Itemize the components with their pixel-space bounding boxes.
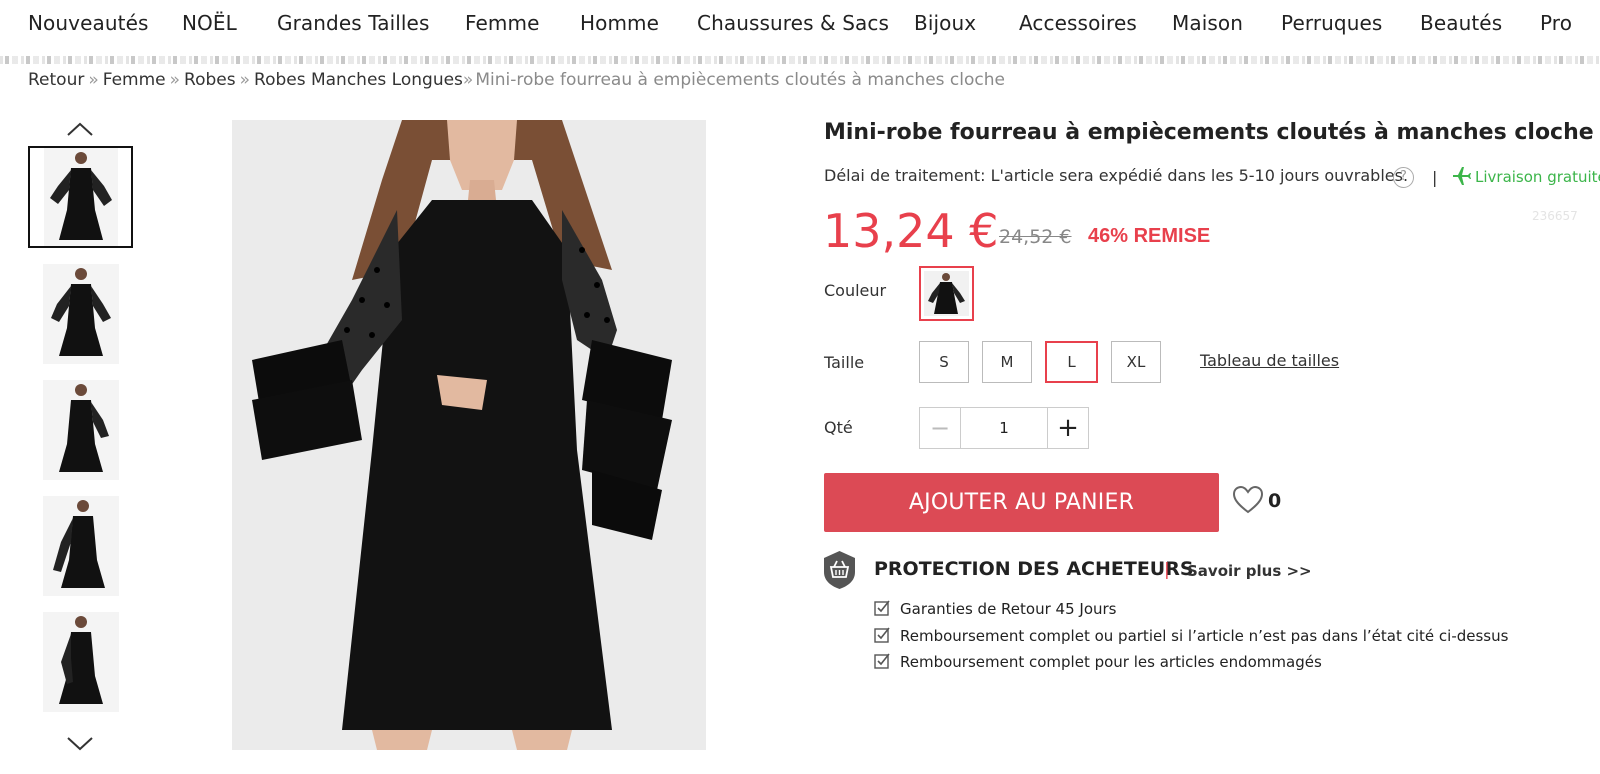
guarantee-item: Remboursement complet pour les articles … — [874, 653, 1322, 671]
guarantee-item: Remboursement complet ou partiel si l’ar… — [874, 627, 1508, 645]
add-to-cart-button[interactable]: AJOUTER AU PANIER — [824, 473, 1219, 532]
color-swatch-black[interactable] — [919, 266, 974, 321]
nav-item-nouveautes[interactable]: Nouveautés — [28, 11, 149, 35]
guarantee-text: Remboursement complet ou partiel si l’ar… — [900, 627, 1509, 645]
breadcrumb-robes-manches-longues[interactable]: Robes Manches Longues — [254, 70, 463, 90]
nav-item-bijoux[interactable]: Bijoux — [914, 11, 976, 35]
size-chart-link[interactable]: Tableau de tailles — [1200, 351, 1339, 370]
shield-basket-icon — [822, 550, 857, 590]
info-separator: | — [1432, 168, 1438, 187]
nav-item-maison[interactable]: Maison — [1172, 11, 1243, 35]
learn-more-link[interactable]: Savoir plus >> — [1187, 562, 1312, 580]
nav-item-noel[interactable]: NOËL — [182, 11, 237, 35]
checkbox-icon — [874, 600, 890, 616]
favorites-count: 0 — [1268, 490, 1282, 512]
nav-item-chaussures-sacs[interactable]: Chaussures & Sacs — [697, 11, 889, 35]
nav-item-femme[interactable]: Femme — [465, 11, 539, 35]
breadcrumb-separator: » — [239, 70, 251, 90]
thumbnail-3[interactable] — [43, 380, 119, 480]
nav-item-accessoires[interactable]: Accessoires — [1019, 11, 1137, 35]
breadcrumb-separator: » — [88, 70, 99, 90]
original-price: 24,52 € — [999, 226, 1072, 248]
quantity-decrease-button[interactable]: − — [919, 407, 961, 449]
current-price: 13,24 € — [823, 204, 999, 258]
quantity-increase-button[interactable]: + — [1047, 407, 1089, 449]
guarantee-text: Garanties de Retour 45 Jours — [900, 600, 1117, 618]
discount-badge: 46% REMISE — [1088, 225, 1211, 247]
quantity-label: Qté — [824, 418, 853, 437]
top-navigation: Nouveautés NOËL Grandes Tailles Femme Ho… — [0, 0, 1600, 60]
product-sku: 236657 — [1532, 209, 1578, 223]
nav-item-grandes-tailles[interactable]: Grandes Tailles — [277, 11, 430, 35]
size-option-l[interactable]: L — [1045, 341, 1098, 383]
thumbnail-2[interactable] — [43, 264, 119, 364]
nav-item-beautes[interactable]: Beautés — [1420, 11, 1502, 35]
free-shipping[interactable]: Livraison gratuite — [1475, 168, 1600, 186]
thumbnail-1[interactable] — [28, 146, 133, 248]
guarantee-text: Remboursement complet pour les articles … — [900, 653, 1322, 671]
heart-icon[interactable] — [1232, 485, 1264, 515]
color-label: Couleur — [824, 281, 887, 300]
thumbnail-5[interactable] — [43, 612, 119, 712]
breadcrumb-separator: » — [462, 70, 474, 90]
breadcrumb-retour[interactable]: Retour — [28, 70, 84, 90]
protection-separator: | — [1164, 560, 1170, 580]
breadcrumb-robes[interactable]: Robes — [184, 70, 236, 90]
quantity-input[interactable]: 1 — [960, 407, 1048, 449]
main-product-image[interactable] — [232, 120, 706, 750]
nav-item-pro[interactable]: Pro — [1540, 11, 1572, 35]
thumbnail-4[interactable] — [43, 496, 119, 596]
chevron-up-icon[interactable] — [66, 120, 94, 138]
size-option-s[interactable]: S — [919, 341, 969, 383]
nav-item-homme[interactable]: Homme — [580, 11, 659, 35]
size-option-m[interactable]: M — [982, 341, 1032, 383]
breadcrumb-femme[interactable]: Femme — [103, 70, 166, 90]
nav-divider — [0, 56, 1600, 64]
guarantee-item: Garanties de Retour 45 Jours — [874, 600, 1116, 618]
size-label: Taille — [824, 353, 865, 372]
processing-time: Délai de traitement: L'article sera expé… — [824, 166, 1409, 185]
checkbox-icon — [874, 627, 890, 643]
buyer-protection-title: PROTECTION DES ACHETEURS — [874, 558, 1194, 580]
size-option-xl[interactable]: XL — [1111, 341, 1161, 383]
plane-icon — [1451, 166, 1471, 186]
breadcrumb-separator: » — [169, 70, 181, 90]
help-icon[interactable]: ? — [1393, 167, 1414, 188]
checkbox-icon — [874, 653, 890, 669]
nav-item-perruques[interactable]: Perruques — [1281, 11, 1382, 35]
product-title: Mini-robe fourreau à empiècements clouté… — [824, 120, 1594, 145]
chevron-down-icon[interactable] — [66, 734, 94, 752]
breadcrumb: Retour» Femme» Robes» Robes Manches Longues… — [28, 70, 1005, 90]
breadcrumb-current: Mini-robe fourreau à empiècements clouté… — [475, 70, 1005, 90]
